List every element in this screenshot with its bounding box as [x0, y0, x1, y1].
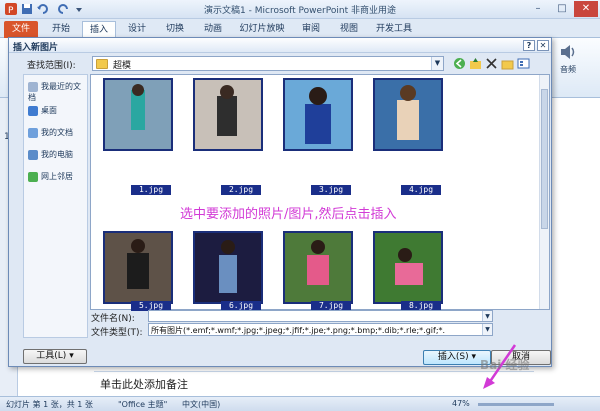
language-indicator[interactable]: 中文(中国) — [182, 399, 220, 410]
photo-thumbnail-3[interactable] — [283, 78, 353, 151]
notes-placeholder: 单击此处添加备注 — [100, 378, 188, 391]
file-name-2: 2.jpg — [221, 185, 261, 195]
notes-pane[interactable]: 单击此处添加备注 — [94, 371, 534, 393]
dialog-close-button[interactable]: ✕ — [537, 40, 549, 51]
dialog-title: 插入新图片 — [13, 43, 59, 53]
place-my-computer[interactable]: 我的电脑 — [28, 149, 88, 160]
views-icon[interactable] — [517, 57, 530, 70]
place-my-documents[interactable]: 我的文档 — [28, 127, 88, 138]
tab-design[interactable]: 设计 — [120, 21, 154, 38]
delete-icon[interactable] — [485, 57, 498, 70]
tab-review[interactable]: 审阅 — [294, 21, 328, 38]
slide-info: 幻灯片 第 1 张，共 1 张 — [6, 400, 93, 409]
my-computer-icon — [28, 149, 38, 160]
file-list-view[interactable]: 1.jpg 2.jpg 3.jpg 4.jpg 5.jpg 6.jpg 7.jp… — [90, 74, 550, 311]
audio-button[interactable]: 音频 — [556, 42, 580, 75]
tab-developer[interactable]: 开发工具 — [372, 21, 416, 38]
file-name-1: 1.jpg — [131, 185, 171, 195]
filetype-dropdown[interactable]: 所有图片(*.emf;*.wmf;*.jpg;*.jpeg;*.jfif;*.j… — [148, 323, 493, 336]
my-documents-icon — [28, 127, 38, 138]
theme-name[interactable]: "Office 主题" — [118, 399, 167, 410]
title-bar: P 演示文稿1 - Microsoft PowerPoint 非商业用途 – □… — [0, 0, 600, 19]
tab-animations[interactable]: 动画 — [196, 21, 230, 38]
file-name-4: 4.jpg — [401, 185, 441, 195]
filename-label: 文件名(N): — [91, 314, 135, 324]
photo-thumbnail-4[interactable] — [373, 78, 443, 151]
speaker-icon — [559, 42, 577, 62]
tab-view[interactable]: 视图 — [332, 21, 366, 38]
chevron-down-icon[interactable]: ▼ — [482, 324, 492, 335]
photo-thumbnail-7[interactable] — [283, 231, 353, 304]
vertical-scrollbar[interactable] — [539, 75, 549, 309]
place-desktop[interactable]: 桌面 — [28, 105, 88, 116]
dialog-title-bar: 插入新图片 ? ✕ — [9, 38, 551, 53]
lookin-label: 查找范围(I): — [27, 61, 76, 71]
status-bar: 幻灯片 第 1 张，共 1 张 "Office 主题" 中文(中国) 47% — [0, 396, 600, 411]
file-name-3: 3.jpg — [311, 185, 351, 195]
photo-thumbnail-6[interactable] — [193, 231, 263, 304]
close-button[interactable]: ✕ — [574, 1, 598, 17]
tab-slideshow[interactable]: 幻灯片放映 — [234, 21, 290, 38]
lookin-value: 超模 — [113, 61, 132, 71]
audio-label: 音频 — [560, 65, 576, 74]
window-title: 演示文稿1 - Microsoft PowerPoint 非商业用途 — [204, 6, 396, 16]
filetype-value: 所有图片(*.emf;*.wmf;*.jpg;*.jpeg;*.jfif;*.j… — [151, 326, 446, 335]
filename-input[interactable]: ▼ — [148, 310, 493, 322]
tab-insert[interactable]: 插入 — [82, 21, 116, 38]
new-folder-icon[interactable] — [501, 57, 514, 70]
zoom-level[interactable]: 47% — [452, 399, 470, 408]
instruction-annotation: 选中要添加的照片/图片,然后点击插入 — [180, 207, 397, 222]
photo-thumbnail-1[interactable] — [103, 78, 173, 151]
scrollbar-thumb[interactable] — [541, 89, 548, 229]
up-folder-icon[interactable] — [469, 57, 482, 70]
chevron-down-icon[interactable]: ▼ — [431, 57, 443, 70]
places-bar: 我最近的文档 桌面 我的文档 我的电脑 网上邻居 — [23, 74, 88, 338]
tab-file[interactable]: 文件 — [4, 21, 38, 38]
minimize-button[interactable]: – — [526, 1, 550, 17]
zoom-slider[interactable] — [478, 403, 554, 406]
watermark: Bai 经验 — [480, 358, 530, 372]
recent-documents-icon — [28, 81, 38, 92]
photo-thumbnail-8[interactable] — [373, 231, 443, 304]
tools-button[interactable]: 工具(L) ▾ — [23, 349, 87, 364]
desktop-icon — [28, 105, 38, 116]
ribbon-tabs: 文件 开始 插入 设计 切换 动画 幻灯片放映 审阅 视图 开发工具 — [0, 19, 600, 38]
lookin-dropdown[interactable]: 超模 ▼ — [92, 56, 444, 71]
filetype-label: 文件类型(T): — [91, 328, 143, 338]
insert-picture-dialog: 插入新图片 ? ✕ 查找范围(I): 超模 ▼ 我最近的文档 桌面 我的文档 我… — [8, 37, 552, 389]
chevron-down-icon[interactable]: ▼ — [482, 311, 492, 321]
help-button[interactable]: ? — [523, 40, 535, 51]
network-icon — [28, 171, 38, 182]
tab-transitions[interactable]: 切换 — [158, 21, 192, 38]
place-network[interactable]: 网上邻居 — [28, 171, 88, 182]
tab-home[interactable]: 开始 — [44, 21, 78, 38]
back-icon[interactable] — [453, 57, 466, 70]
place-recent[interactable]: 我最近的文档 — [28, 81, 88, 103]
maximize-button[interactable]: □ — [550, 1, 574, 17]
folder-icon — [96, 59, 108, 69]
photo-thumbnail-2[interactable] — [193, 78, 263, 151]
photo-thumbnail-5[interactable] — [103, 231, 173, 304]
